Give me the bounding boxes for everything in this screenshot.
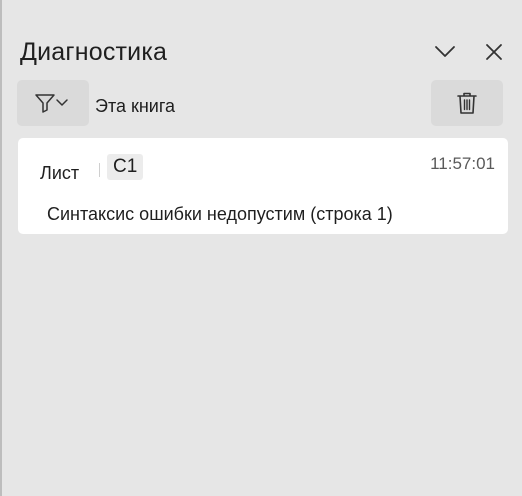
toolbar: Эта книга: [17, 80, 505, 126]
chevron-down-icon: [435, 46, 455, 57]
trash-icon: [457, 92, 477, 114]
chevron-down-icon: [56, 99, 68, 106]
filter-icon: [35, 94, 68, 113]
collapse-button[interactable]: [431, 38, 459, 66]
entry-timestamp: 11:57:01: [430, 154, 495, 173]
filter-button[interactable]: [17, 80, 89, 126]
cell-reference-badge[interactable]: C1: [107, 154, 144, 180]
entry-message: Синтаксис ошибки недопустим (строка 1): [47, 204, 393, 224]
close-icon: [486, 44, 502, 60]
clear-all-button[interactable]: [431, 80, 503, 126]
close-button[interactable]: [480, 38, 508, 66]
diagnostic-entry-card[interactable]: Лист C1 11:57:01 Синтаксис ошибки недопу…: [18, 138, 508, 234]
sheet-name: Лист: [40, 163, 80, 183]
pane-title: Диагностика: [20, 38, 168, 66]
diagnostics-pane: Диагностика Эта книга Лист C1 11:57:01 С…: [0, 0, 522, 496]
scope-label: Эта книга: [95, 96, 176, 116]
separator: [99, 163, 100, 177]
